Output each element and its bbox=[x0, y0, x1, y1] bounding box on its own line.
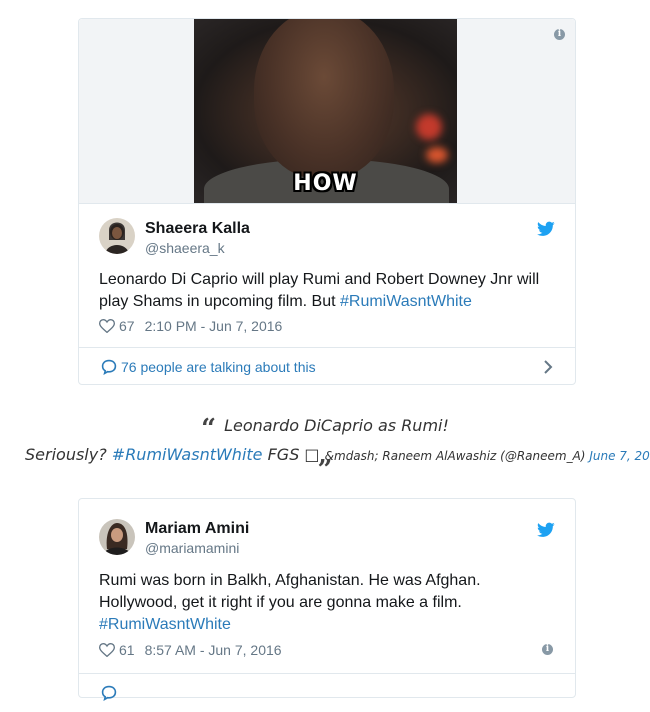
speech-bubble-icon bbox=[101, 359, 117, 375]
tweet-meta: 61 8:57 AM - Jun 7, 2016 bbox=[99, 642, 282, 658]
photo-light bbox=[426, 147, 448, 163]
author-handle[interactable]: @shaeera_k bbox=[145, 240, 225, 256]
chevron-right-icon[interactable] bbox=[543, 359, 553, 375]
meme-caption: HOW bbox=[293, 171, 358, 196]
tweet-text-body: Rumi was born in Balkh, Afghanistan. He … bbox=[99, 572, 481, 611]
tweet-media[interactable]: HOW i bbox=[79, 19, 575, 204]
photo-light bbox=[416, 114, 442, 140]
hashtag-link[interactable]: #RumiWasntWhite bbox=[99, 616, 231, 633]
author-name[interactable]: Mariam Amini bbox=[145, 520, 249, 538]
quote-text-1: Leonardo DiCaprio as Rumi! bbox=[224, 416, 449, 435]
twitter-bird-icon[interactable] bbox=[537, 221, 555, 237]
meme-photo[interactable]: HOW bbox=[194, 19, 457, 203]
photo-face bbox=[254, 19, 394, 179]
twitter-bird-icon[interactable] bbox=[537, 522, 555, 538]
quote-line-1: “ Leonardo DiCaprio as Rumi! bbox=[0, 414, 650, 444]
speech-bubble-icon bbox=[101, 685, 117, 701]
tweet-timestamp[interactable]: 8:57 AM - Jun 7, 2016 bbox=[145, 642, 282, 658]
tweet-text: Leonardo Di Caprio will play Rumi and Ro… bbox=[99, 269, 555, 313]
like-count: 61 bbox=[119, 642, 135, 658]
hashtag-link[interactable]: #RumiWasntWhite bbox=[340, 293, 472, 310]
tweet-card-mariam: Mariam Amini @mariamamini Rumi was born … bbox=[78, 498, 576, 701]
heart-icon[interactable] bbox=[99, 643, 115, 657]
talking-link[interactable]: 76 people are talking about this bbox=[121, 359, 316, 375]
heart-icon[interactable] bbox=[99, 319, 115, 333]
author-name[interactable]: Shaeera Kalla bbox=[145, 220, 250, 238]
talking-bar[interactable]: 76 people are talking about this bbox=[79, 347, 575, 386]
close-quote-mark: ” bbox=[317, 455, 333, 485]
talking-bar[interactable] bbox=[79, 673, 575, 712]
like-count: 67 bbox=[119, 318, 135, 334]
tweet-card-shaeera: HOW i Shaeera Kalla @shaeera_k Leonardo … bbox=[78, 18, 576, 385]
avatar[interactable] bbox=[99, 519, 135, 555]
avatar[interactable] bbox=[99, 218, 135, 254]
tweet-text: Rumi was born in Balkh, Afghanistan. He … bbox=[99, 570, 515, 636]
tweet-text-body: Leonardo Di Caprio will play Rumi and Ro… bbox=[99, 271, 540, 310]
open-quote-mark: “ bbox=[201, 414, 217, 444]
info-icon[interactable]: i bbox=[554, 29, 565, 40]
author-handle[interactable]: @mariamamini bbox=[145, 540, 239, 556]
tweet-meta: 67 2:10 PM - Jun 7, 2016 bbox=[99, 318, 282, 334]
info-icon[interactable]: i bbox=[542, 644, 553, 655]
tweet-timestamp[interactable]: 2:10 PM - Jun 7, 2016 bbox=[145, 318, 283, 334]
